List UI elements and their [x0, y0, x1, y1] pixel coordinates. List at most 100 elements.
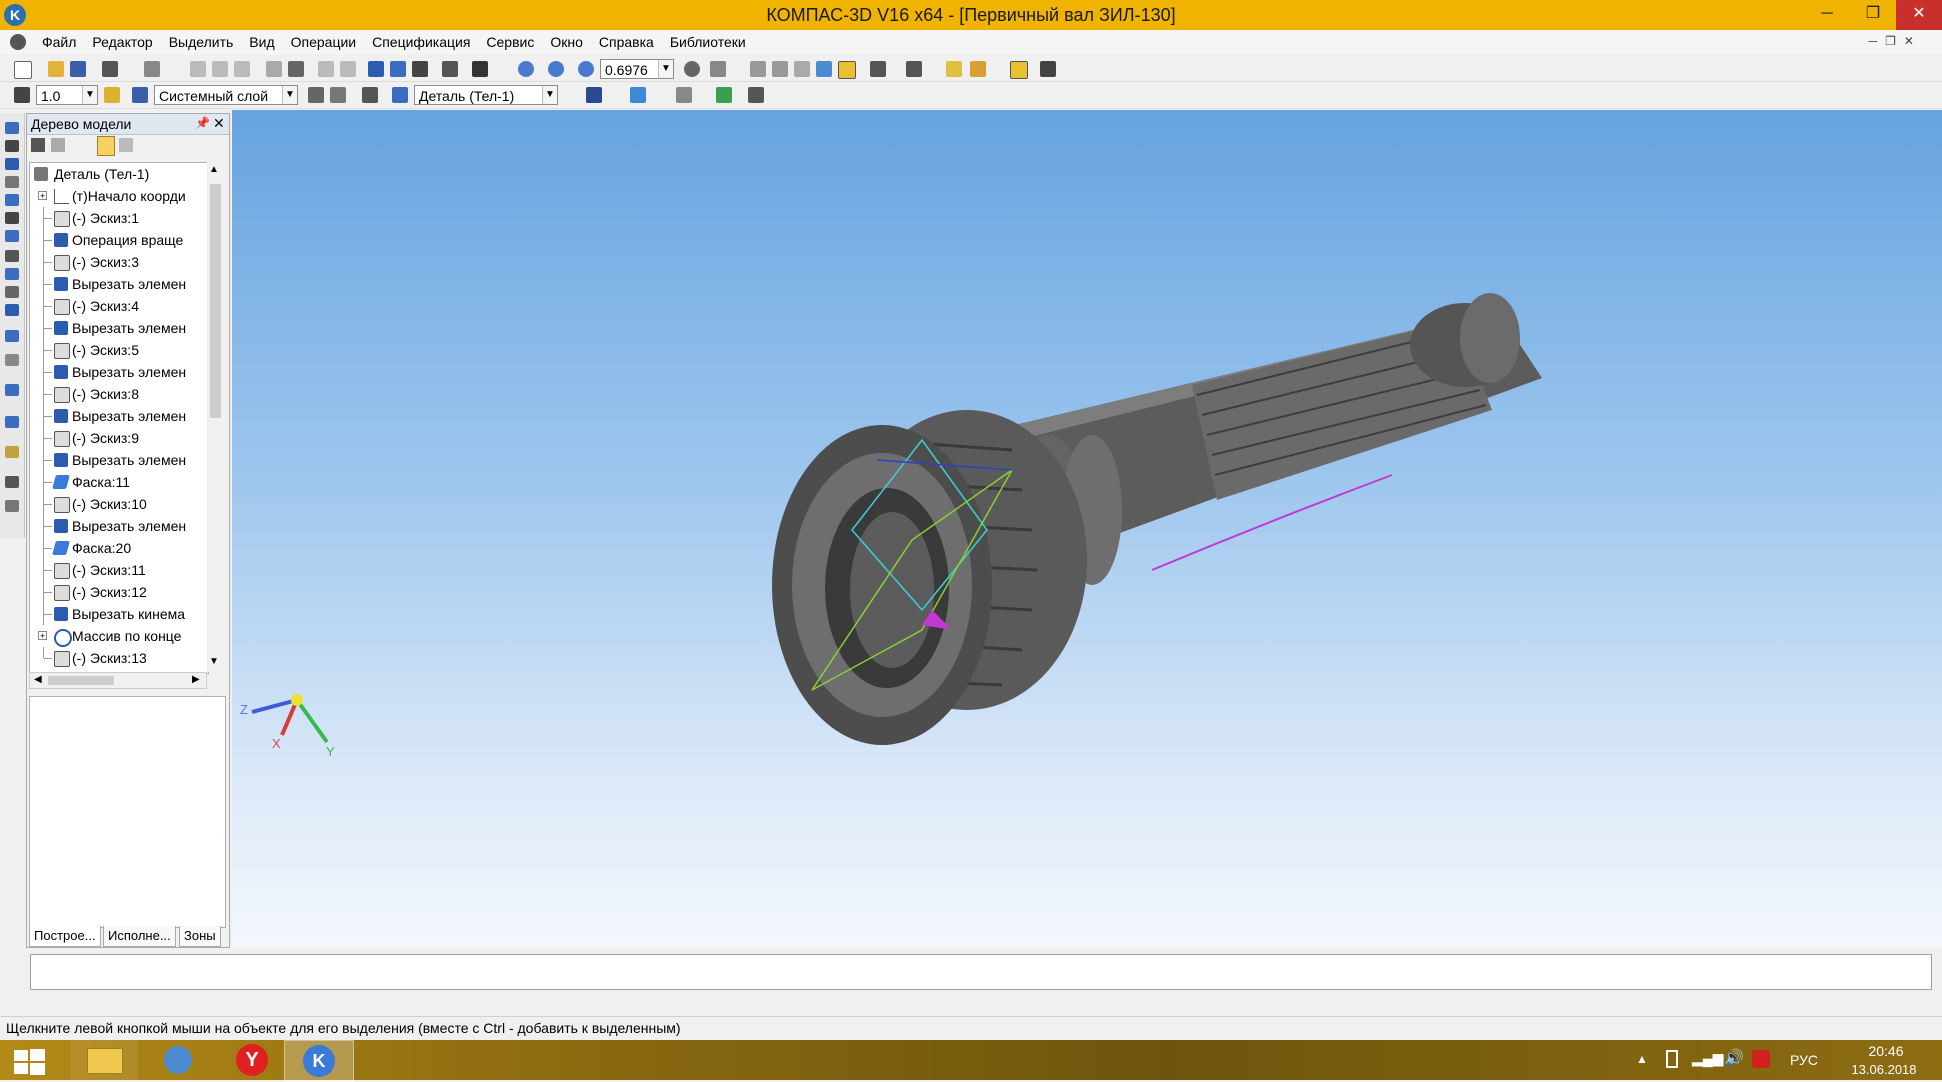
library-manager-icon[interactable]: [5, 416, 19, 428]
shaded-edges-icon[interactable]: [838, 61, 856, 79]
menu-specification[interactable]: Спецификация: [364, 30, 478, 54]
yandex-browser-task[interactable]: Y: [218, 1040, 286, 1080]
hidden-lines-icon[interactable]: [772, 61, 788, 77]
zoom-combo[interactable]: 0.6976 ▼: [600, 59, 674, 79]
orient-cs-icon[interactable]: [330, 87, 346, 103]
edit-part-icon[interactable]: [5, 122, 19, 134]
battery-icon[interactable]: [1666, 1050, 1678, 1068]
chevron-down-icon[interactable]: ▼: [82, 86, 97, 104]
tree-item[interactable]: (-) Эскиз:11: [30, 559, 208, 581]
file-explorer-task[interactable]: [70, 1040, 138, 1080]
antivirus-icon[interactable]: [1752, 1050, 1770, 1068]
perspective-icon[interactable]: [970, 61, 986, 77]
zoom-icon[interactable]: [578, 61, 594, 77]
paste-icon[interactable]: [234, 61, 250, 77]
menu-window[interactable]: Окно: [542, 30, 591, 54]
table-icon[interactable]: [5, 384, 19, 396]
part-combo[interactable]: Деталь (Тел-1) ▼: [414, 85, 558, 105]
menu-libraries[interactable]: Библиотеки: [662, 30, 754, 54]
format-painter-icon[interactable]: [266, 61, 282, 77]
tree-item[interactable]: Фаска:20: [30, 537, 208, 559]
elements-icon[interactable]: [5, 330, 19, 342]
chevron-down-icon[interactable]: ▼: [542, 86, 557, 104]
tree-item[interactable]: Вырезать элемен: [30, 317, 208, 339]
print-icon[interactable]: [102, 61, 118, 77]
variables-icon[interactable]: [412, 61, 428, 77]
tree-item[interactable]: Вырезать кинема: [30, 603, 208, 625]
selection-icon[interactable]: [5, 268, 19, 280]
local-cs-icon[interactable]: [308, 87, 324, 103]
close-button[interactable]: ✕: [1896, 0, 1942, 30]
undo-icon[interactable]: [318, 61, 334, 77]
measure-tool-icon[interactable]: [5, 354, 19, 366]
tree-filter-icon[interactable]: [97, 136, 115, 156]
properties-icon[interactable]: [288, 61, 304, 77]
export-icon[interactable]: [716, 87, 732, 103]
tree-close-icon[interactable]: ✕: [213, 115, 225, 132]
tools-strip-icon[interactable]: [5, 500, 19, 512]
shaft-model[interactable]: [232, 110, 1942, 948]
3d-viewport[interactable]: Z X Y: [232, 110, 1942, 948]
menu-file[interactable]: Файл: [34, 30, 84, 54]
tree-item[interactable]: (-) Эскиз:12: [30, 581, 208, 603]
color-icon[interactable]: [630, 87, 646, 103]
mdi-controls[interactable]: ─❐✕: [1869, 34, 1922, 48]
h-scroll-thumb[interactable]: [48, 676, 114, 685]
tree-item[interactable]: (-) Эскиз:13: [30, 647, 208, 669]
thin-lines-icon[interactable]: [794, 61, 810, 77]
measure-icon[interactable]: [442, 61, 458, 77]
volume-icon[interactable]: 🔊: [1724, 1048, 1744, 1068]
menu-select[interactable]: Выделить: [161, 30, 242, 54]
sketch-mode-icon[interactable]: [362, 87, 378, 103]
tray-expand-icon[interactable]: ▲: [1636, 1052, 1648, 1066]
tree-item[interactable]: (-) Эскиз:5: [30, 339, 208, 361]
tree-order-icon[interactable]: [51, 138, 65, 152]
open-file-icon[interactable]: [48, 61, 64, 77]
new-file-icon[interactable]: [14, 61, 32, 79]
tree-item[interactable]: (-) Эскиз:3: [30, 251, 208, 273]
display-mode-icon[interactable]: [1010, 61, 1028, 79]
tree-item[interactable]: + Массив по конце: [30, 625, 208, 647]
minimize-button[interactable]: ─: [1804, 0, 1850, 30]
clock-date[interactable]: 13.06.2018: [1836, 1062, 1932, 1077]
orientation-icon[interactable]: [710, 61, 726, 77]
tree-item[interactable]: (-) Эскиз:8: [30, 383, 208, 405]
tab-versions[interactable]: Исполне...: [103, 926, 176, 947]
grid-icon[interactable]: [104, 87, 120, 103]
expand-icon[interactable]: +: [38, 631, 47, 641]
tree-vertical-scrollbar[interactable]: ▲ ▼: [207, 162, 224, 672]
mcc-icon[interactable]: [676, 87, 692, 103]
chevron-down-icon[interactable]: ▼: [658, 60, 673, 78]
tree-item[interactable]: + (т)Начало коорди: [30, 185, 208, 207]
layer-icon[interactable]: [132, 87, 148, 103]
clock-time[interactable]: 20:46: [1846, 1043, 1926, 1059]
part-icon[interactable]: [392, 87, 408, 103]
tree-item[interactable]: Вырезать элемен: [30, 449, 208, 471]
kompas-task[interactable]: K: [284, 1040, 354, 1082]
save-icon[interactable]: [70, 61, 86, 77]
menu-help[interactable]: Справка: [591, 30, 662, 54]
pin-icon[interactable]: 📌: [195, 116, 210, 130]
help-cursor-icon[interactable]: [472, 61, 488, 77]
menu-edit[interactable]: Редактор: [84, 30, 160, 54]
dimensions-icon[interactable]: [5, 250, 19, 262]
tab-build[interactable]: Построе...: [29, 926, 101, 947]
wireframe-icon[interactable]: [750, 61, 766, 77]
doc-menu-icon[interactable]: [10, 34, 26, 50]
rotate-icon[interactable]: [684, 61, 700, 77]
arrays-icon[interactable]: [5, 176, 19, 188]
menu-operations[interactable]: Операции: [283, 30, 365, 54]
language-indicator[interactable]: РУС: [1790, 1052, 1818, 1068]
scroll-down-icon[interactable]: ▼: [209, 656, 219, 667]
tree-item[interactable]: Вырезать элемен: [30, 361, 208, 383]
tree-item[interactable]: (-) Эскиз:9: [30, 427, 208, 449]
tree-item[interactable]: (-) Эскиз:1: [30, 207, 208, 229]
layer-combo[interactable]: Системный слой ▼: [154, 85, 298, 105]
sheet-metal-icon[interactable]: [5, 212, 19, 224]
tree-item[interactable]: Вырезать элемен: [30, 405, 208, 427]
chevron-down-icon[interactable]: ▼: [282, 86, 297, 104]
menu-service[interactable]: Сервис: [478, 30, 542, 54]
diagnostics-icon[interactable]: [5, 230, 19, 242]
tree-horizontal-scrollbar[interactable]: ◀ ▶: [29, 672, 207, 689]
line-style-combo[interactable]: 1.0 ▼: [36, 85, 98, 105]
